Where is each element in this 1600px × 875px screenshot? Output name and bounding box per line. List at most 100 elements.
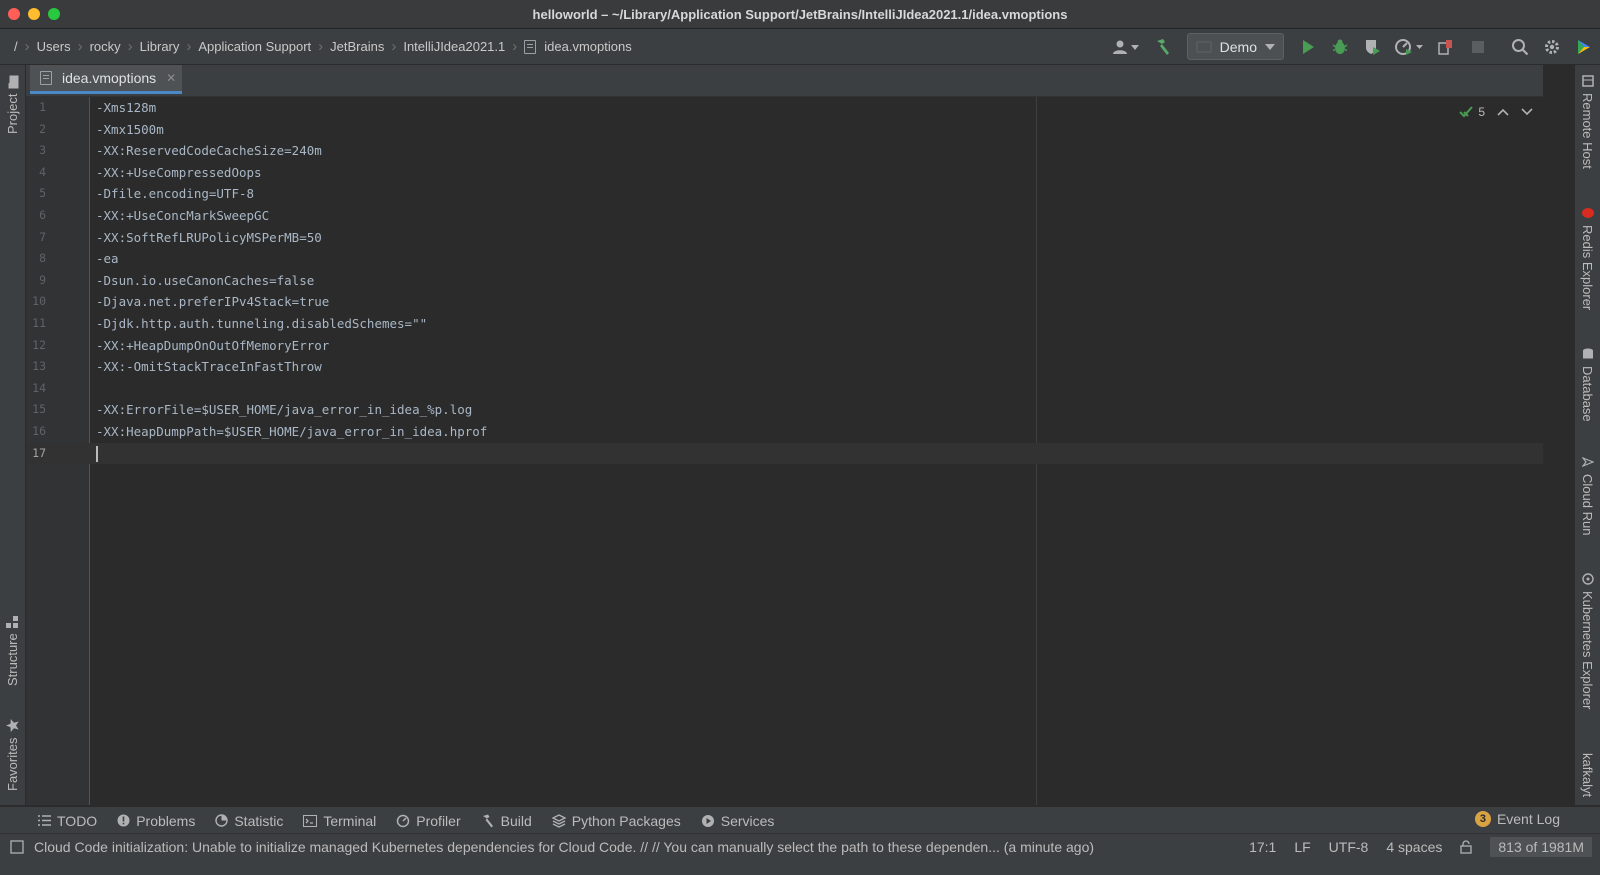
status-message[interactable]: Cloud Code initialization: Unable to ini… (10, 839, 1094, 855)
code-line: 8 -ea (26, 248, 1543, 270)
cloud-code-button[interactable] (1570, 33, 1598, 61)
line-number: 7 (39, 229, 46, 244)
code-text: -XX:ReservedCodeCacheSize=240m (96, 143, 322, 159)
code-editor[interactable]: 5 1 -Xms128m 2 -Xmx1500m 3 -XX:ReservedCode… (26, 97, 1543, 805)
line-number: 17 (32, 445, 46, 460)
search-button[interactable] (1506, 33, 1534, 61)
caret-position[interactable]: 17:1 (1249, 839, 1276, 855)
file-icon (40, 71, 52, 85)
debug-button[interactable] (1326, 33, 1354, 61)
settings-button[interactable] (1538, 33, 1566, 61)
line-number: 1 (39, 100, 46, 114)
kafka-tab-label: kafkalyt (1580, 753, 1595, 798)
code-text: -Dfile.encoding=UTF-8 (96, 186, 255, 202)
file-encoding[interactable]: UTF-8 (1329, 839, 1369, 855)
maximize-window-button[interactable] (48, 8, 60, 20)
remote-host-tool-tab[interactable]: Remote Host (1575, 75, 1600, 185)
code-line: 5 -Dfile.encoding=UTF-8 (26, 183, 1543, 205)
code-line: 4 -XX:+UseCompressedOops (26, 162, 1543, 184)
kafka-tool-tab[interactable]: kafkalyt (1575, 753, 1600, 805)
breadcrumb-separator: › (391, 38, 397, 55)
info-icon (117, 814, 130, 827)
search-icon (1512, 38, 1529, 55)
statistic-icon (215, 814, 229, 827)
breadcrumb-separator: › (318, 38, 324, 55)
cloud-run-tool-tab[interactable]: Cloud Run (1575, 456, 1600, 551)
text-cursor (96, 445, 98, 462)
redis-tab-label: Redis Explorer (1580, 225, 1595, 311)
list-icon (38, 815, 51, 826)
minimize-window-button[interactable] (28, 8, 40, 20)
python-packages-tool-button[interactable]: Python Packages (551, 813, 681, 829)
run-button[interactable] (1294, 33, 1322, 61)
coverage-button[interactable] (1358, 33, 1386, 61)
run-config-icon (1195, 40, 1212, 53)
problems-label: Problems (136, 812, 196, 829)
play-icon (1303, 39, 1314, 54)
lock-icon[interactable] (1460, 839, 1473, 854)
favorites-tab-label: Favorites (5, 737, 20, 792)
problems-tool-button[interactable]: Problems (117, 813, 195, 829)
structure-tool-tab[interactable]: Structure (0, 610, 25, 692)
memory-indicator[interactable]: 813 of 1981M (1490, 836, 1592, 857)
breadcrumb-library[interactable]: Library (140, 39, 180, 54)
breadcrumb-users[interactable]: Users (37, 39, 71, 54)
editor-tabs: idea.vmoptions ✕ (26, 65, 1543, 97)
project-tool-tab[interactable]: Project (0, 71, 25, 139)
remote-host-icon (1581, 75, 1594, 87)
line-number: 4 (39, 164, 46, 179)
profiler-tool-button[interactable]: Profiler (396, 813, 461, 829)
database-tab-label: Database (1580, 366, 1595, 422)
window-title: helloworld – ~/Library/Application Suppo… (532, 6, 1068, 22)
code-text: -XX:HeapDumpPath=$USER_HOME/java_error_i… (96, 423, 488, 439)
database-tool-tab[interactable]: Database (1575, 348, 1600, 438)
close-tab-icon[interactable]: ✕ (166, 71, 176, 85)
breadcrumb-rocky[interactable]: rocky (90, 39, 121, 54)
hammer-icon (1156, 38, 1169, 55)
close-window-button[interactable] (8, 8, 20, 20)
navigation-bar: / › Users › rocky › Library › Applicatio… (0, 29, 1600, 65)
run-configuration-select[interactable]: Demo (1186, 33, 1284, 60)
line-number: 3 (39, 143, 46, 158)
toggle-tool-windows-icon[interactable] (10, 839, 24, 854)
terminal-tool-button[interactable]: Terminal (303, 813, 376, 829)
todo-tool-button[interactable]: TODO (38, 813, 97, 829)
tab-idea-vmoptions[interactable]: idea.vmoptions ✕ (30, 65, 182, 94)
event-log-tool-button[interactable]: 3 Event Log (1474, 811, 1560, 827)
account-button[interactable] (1107, 33, 1145, 61)
services-tool-button[interactable]: Services (701, 813, 774, 829)
breadcrumb-jetbrains[interactable]: JetBrains (330, 39, 384, 54)
code-line: 1 -Xms128m (26, 97, 1543, 119)
code-text: -XX:ErrorFile=$USER_HOME/java_error_in_i… (96, 402, 473, 418)
code-line: 15 -XX:ErrorFile=$USER_HOME/java_error_in… (26, 399, 1543, 421)
stop-button[interactable] (1464, 33, 1492, 61)
statistic-tool-button[interactable]: Statistic (215, 813, 283, 829)
code-text: -XX:+HeapDumpOnOutOfMemoryError (96, 337, 330, 353)
cloud-run-icon (1581, 456, 1594, 468)
todo-label: TODO (57, 812, 98, 829)
status-bar: Cloud Code initialization: Unable to ini… (0, 833, 1600, 859)
remote-host-tab-label: Remote Host (1580, 93, 1595, 169)
structure-icon (6, 615, 19, 628)
breadcrumb-file[interactable]: idea.vmoptions (524, 39, 632, 54)
code-line: 2 -Xmx1500m (26, 119, 1543, 141)
line-number: 2 (39, 121, 46, 136)
breadcrumb-intellijidea[interactable]: IntelliJIdea2021.1 (403, 39, 505, 54)
build-tool-button[interactable]: Build (481, 813, 532, 829)
breadcrumb-root[interactable]: / (14, 39, 18, 54)
breadcrumb-file-label: idea.vmoptions (544, 39, 632, 54)
title-bar: helloworld – ~/Library/Application Suppo… (0, 0, 1600, 29)
code-line: 11 -Djdk.http.auth.tunneling.disabledSche… (26, 313, 1543, 335)
line-separator[interactable]: LF (1294, 839, 1310, 855)
line-number: 5 (39, 186, 46, 201)
indent-setting[interactable]: 4 spaces (1386, 839, 1442, 855)
build-button[interactable] (1149, 33, 1177, 61)
kubernetes-explorer-tool-tab[interactable]: Kubernetes Explorer (1575, 573, 1600, 733)
profile-button[interactable] (1390, 33, 1428, 61)
stop-icon (1472, 40, 1484, 53)
event-log-label: Event Log (1496, 811, 1560, 827)
redis-explorer-tool-tab[interactable]: Redis Explorer (1575, 207, 1600, 332)
favorites-tool-tab[interactable]: Favorites (0, 713, 25, 797)
attach-debugger-button[interactable] (1432, 33, 1460, 61)
breadcrumb-application-support[interactable]: Application Support (198, 39, 311, 54)
